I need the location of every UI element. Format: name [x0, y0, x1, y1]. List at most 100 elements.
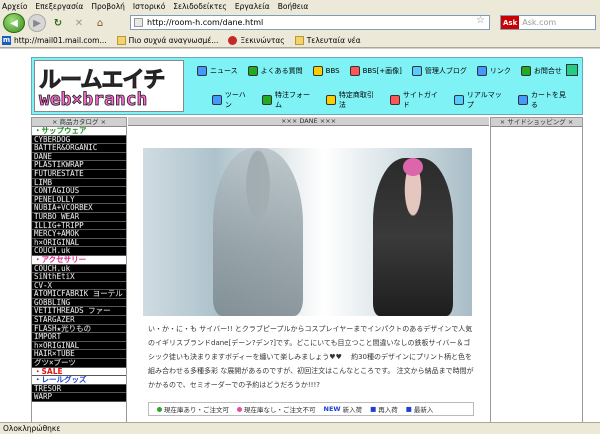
bookmark-most-visited[interactable]: Πιο συχνά αναγνωσμέ... [116, 36, 218, 45]
catalog-brand-link[interactable]: ATOMICFABRIK ヨーテル [32, 290, 126, 299]
catalog-brand-link[interactable]: SiNthEtiX [32, 273, 126, 282]
nav-icon [520, 66, 531, 76]
menu-item-6[interactable]: Βοήθεια [278, 2, 309, 11]
catalog-section-label[interactable]: ・レールグッズ [32, 376, 126, 385]
search-input[interactable]: Ask Ask.com [500, 15, 596, 30]
nav-link-label: リアルマップ [466, 91, 502, 109]
nav-icon [247, 66, 258, 76]
site-logo[interactable]: ルームエイチ web×branch [34, 60, 184, 112]
site-header: ルームエイチ web×branch ニュース よくある質問 BBS BBS[+画像] 管… [31, 57, 583, 115]
catalog-brand-link[interactable]: IMPORT [32, 333, 126, 342]
nav-icon [390, 95, 400, 105]
nav-icon [325, 95, 336, 105]
nav-link[interactable]: お問合せ [520, 66, 562, 76]
firefox-icon [228, 36, 238, 45]
model-figure-right [373, 158, 453, 316]
side-shopping-column: × サイドショッピング × [490, 117, 583, 422]
nav-link[interactable]: リンク [476, 66, 511, 76]
nav-link-label: 管理人ブログ [424, 67, 467, 75]
nav-link[interactable]: サイトガイド [390, 90, 444, 110]
stop-icon[interactable]: ✕ [70, 14, 88, 32]
nav-link[interactable]: BBS[+画像] [349, 66, 402, 76]
nav-link[interactable]: ツーハン [212, 90, 252, 110]
stock-legend: 現在庫あり・ご注文可 現在庫なし・ご注文不可 NEW 新入荷 ■ 再入荷 ■ 最新入 [148, 402, 474, 416]
catalog-brand-link[interactable]: h×ORIGINAL [32, 341, 126, 351]
nav-link[interactable]: 特定商取引法 [325, 90, 380, 110]
reload-icon[interactable]: ↻ [49, 14, 67, 32]
menu-item-3[interactable]: Ιστορικό [133, 2, 165, 11]
nav-link[interactable]: 特注フォーム [262, 90, 316, 110]
nav-link[interactable]: BBS [312, 66, 340, 76]
legend-arrival: ■ 再入荷 [370, 405, 398, 414]
catalog-section-label[interactable]: ・SALE [32, 367, 126, 377]
nav-link-label: BBS[+画像] [362, 67, 402, 75]
catalog-brand-link[interactable]: FLASH★光りもの [32, 324, 126, 334]
url-input[interactable]: http://room-h.com/dane.html [130, 15, 490, 30]
catalog-brand-link[interactable]: VETITHREADS ファー [32, 307, 126, 317]
catalog-brand-link[interactable]: FUTURESTATE [32, 169, 126, 179]
catalog-brand-link[interactable]: BATTER&ORGANIC [32, 144, 126, 153]
catalog-brand-link[interactable]: CYBERDOG [32, 135, 126, 145]
nav-link-label: 特注フォーム [275, 91, 310, 109]
bookmark-star-icon[interactable]: ☆ [476, 15, 485, 26]
catalog-brand-link[interactable]: グツ×ブーツ [32, 359, 126, 368]
nav-link-label: BBS [325, 67, 340, 75]
nav-link[interactable]: よくある質問 [247, 66, 303, 76]
bookmark-mail[interactable]: m http://mail01.mail.com... [2, 36, 107, 45]
catalog-brand-link[interactable]: WARP [32, 393, 126, 402]
nav-link-label: ニュース [210, 67, 238, 75]
catalog-brand-link[interactable]: PENELOLLY [32, 195, 126, 205]
catalog-brand-link[interactable]: TRESOR [32, 384, 126, 394]
menu-item-4[interactable]: Σελιδοδείκτες [173, 2, 227, 11]
catalog-brand-link[interactable]: COUCH.uk [32, 247, 126, 256]
nav-icon [517, 95, 528, 105]
nav-icon [476, 66, 487, 76]
catalog-brand-link[interactable]: CV-X [32, 281, 126, 291]
catalog-brand-link[interactable]: STARGAZER [32, 316, 126, 325]
back-arrow-icon[interactable]: ◀ [3, 13, 25, 33]
nav-link[interactable]: カートを見る [517, 90, 572, 110]
menu-item-5[interactable]: Εργαλεία [235, 2, 270, 11]
nav-icon [454, 95, 464, 105]
favicon-icon [134, 18, 143, 27]
nav-link[interactable]: リアルマップ [454, 90, 508, 110]
page-viewport: ルームエイチ web×branch ニュース よくある質問 BBS BBS[+画像] 管… [0, 49, 600, 422]
header-home-icon[interactable] [566, 64, 578, 76]
mail-icon: m [2, 36, 11, 45]
menu-item-0[interactable]: Αρχείο [2, 2, 27, 11]
nav-icon [349, 66, 360, 76]
catalog-brand-link[interactable]: TURBO WEAR [32, 212, 126, 222]
catalog-brand-link[interactable]: MERCY+AMOK [32, 230, 126, 239]
catalog-brand-link[interactable]: DANE [32, 152, 126, 162]
menu-item-1[interactable]: Επεξεργασία [35, 2, 83, 11]
catalog-brand-link[interactable]: HAIR×TUBE [32, 350, 126, 360]
side-shopping-title: × サイドショッピング × [491, 118, 582, 127]
nav-link[interactable]: ニュース [197, 66, 238, 76]
catalog-title: × 商品カタログ × [32, 118, 126, 127]
status-bar: Ολοκληρώθηκε [0, 422, 600, 434]
home-icon[interactable]: ⌂ [91, 14, 109, 32]
bookmarks-toolbar: m http://mail01.mail.com... Πιο συχνά ανα… [0, 34, 600, 48]
catalog-brand-link[interactable]: NUBIA+VCORBEX [32, 204, 126, 213]
bookmark-latest-news[interactable]: Τελευταία νέα [294, 36, 361, 45]
nav-icon [411, 66, 422, 76]
catalog-brand-link[interactable]: ILLIG+TRIPP [32, 221, 126, 231]
catalog-brand-link[interactable]: COUCH.uk [32, 264, 126, 274]
catalog-sidebar: × 商品カタログ × ・サップウェア CYBERDOG BATTER&ORGANIC… [31, 117, 127, 422]
menu-item-2[interactable]: Προβολή [91, 2, 125, 11]
legend-reserve: ■ 最新入 [405, 405, 434, 414]
catalog-brand-link[interactable]: h×ORIGINAL [32, 238, 126, 248]
logo-en: web×branch [39, 89, 148, 111]
catalog-section-label[interactable]: ・アクセサリー [32, 255, 126, 265]
catalog-brand-link[interactable]: GOBBLING [32, 298, 126, 308]
catalog-brand-link[interactable]: LIMB [32, 178, 126, 188]
nav-link[interactable]: 管理人ブログ [411, 66, 467, 76]
forward-arrow-icon[interactable]: ▶ [28, 14, 46, 32]
legend-new: NEW 新入荷 [323, 405, 363, 414]
pink-dot-icon [237, 406, 242, 412]
catalog-brand-link[interactable]: CONTAGIOUS [32, 187, 126, 196]
catalog-brand-link[interactable]: PLASTIKWRAP [32, 161, 126, 170]
catalog-section-label[interactable]: ・サップウェア [32, 127, 126, 136]
nav-icon [197, 66, 207, 76]
bookmark-getting-started[interactable]: Ξεκινώντας [228, 36, 285, 45]
